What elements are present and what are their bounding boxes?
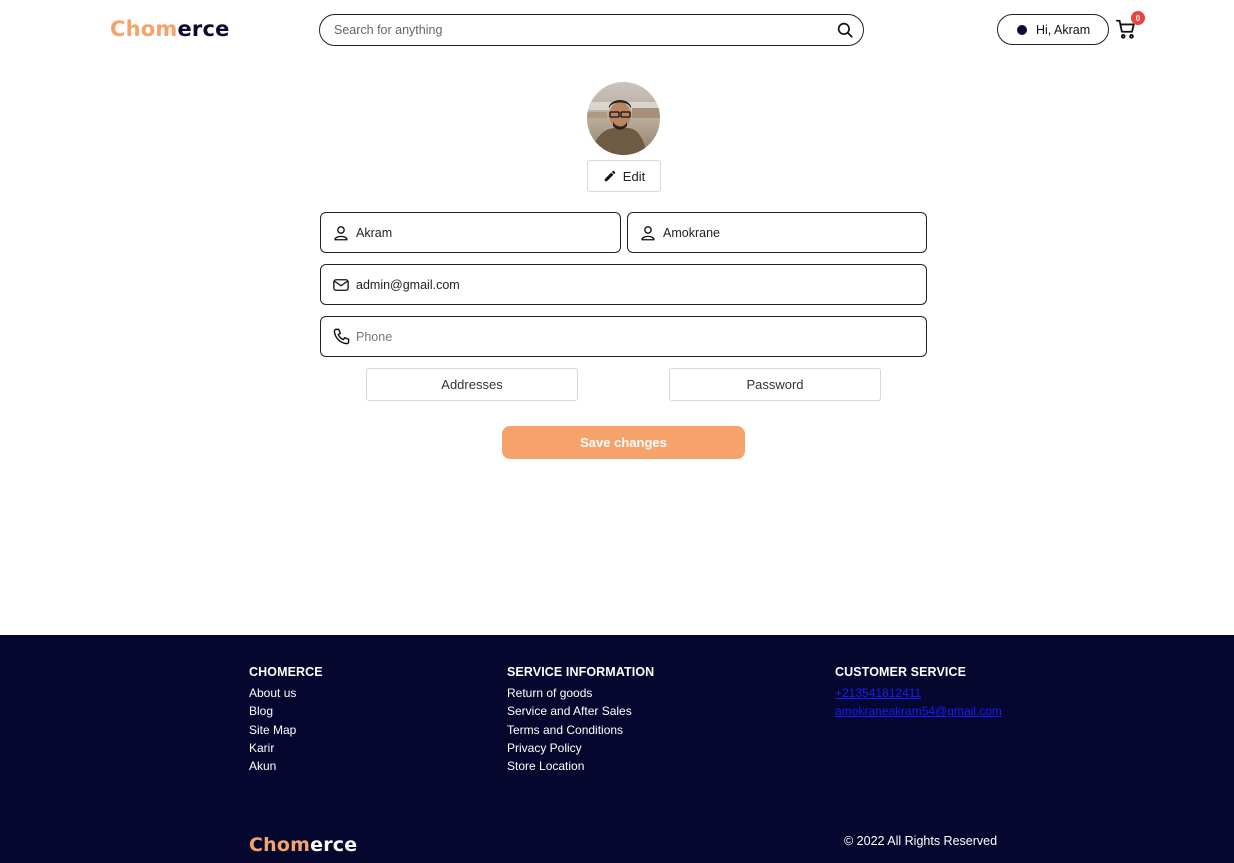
footer-logo-part2: erce (310, 834, 358, 856)
footer-link-karir[interactable]: Karir (249, 741, 274, 755)
footer-link-after-sales[interactable]: Service and After Sales (507, 704, 632, 718)
footer-link-akun[interactable]: Akun (249, 759, 276, 773)
search-input[interactable] (334, 23, 835, 37)
footer-link-terms[interactable]: Terms and Conditions (507, 723, 623, 737)
search-icon[interactable] (835, 20, 855, 40)
user-icon (638, 223, 658, 243)
footer-heading: CHOMERCE (249, 665, 323, 679)
first-name-field (320, 212, 621, 253)
phone-field (320, 316, 927, 357)
footer-column-service: SERVICE INFORMATION Return of goods Serv… (507, 665, 654, 775)
footer: CHOMERCE About us Blog Site Map Karir Ak… (0, 635, 1234, 863)
footer-email-link[interactable]: amokraneakram54@gmail.com (835, 704, 1002, 718)
first-name-input[interactable] (356, 225, 620, 240)
footer-link-privacy[interactable]: Privacy Policy (507, 741, 582, 755)
password-button[interactable]: Password (669, 368, 881, 401)
footer-phone-link[interactable]: +213541812411 (835, 686, 921, 700)
email-field (320, 264, 927, 305)
addresses-button[interactable]: Addresses (366, 368, 578, 401)
phone-input[interactable] (356, 329, 926, 344)
last-name-input[interactable] (663, 225, 926, 240)
user-menu-button[interactable]: Hi, Akram (997, 14, 1109, 45)
edit-label: Edit (622, 168, 646, 184)
user-icon (331, 223, 351, 243)
email-input[interactable] (356, 277, 926, 292)
footer-column-customer-service: CUSTOMER SERVICE +213541812411 amokranea… (835, 665, 1002, 721)
footer-heading: SERVICE INFORMATION (507, 665, 655, 679)
footer-link-about[interactable]: About us (249, 686, 296, 700)
brand-logo[interactable]: Chomerce (110, 17, 230, 41)
user-greeting: Hi, Akram (1036, 22, 1091, 37)
user-status-dot (1017, 24, 1027, 35)
save-changes-button[interactable]: Save changes (502, 426, 745, 459)
profile-page: Chomerce Hi, Akram 0 (0, 0, 1234, 863)
copyright-text: © 2022 All Rights Reserved (844, 834, 998, 848)
footer-link-sitemap[interactable]: Site Map (249, 723, 296, 737)
last-name-field (627, 212, 927, 253)
footer-link-return[interactable]: Return of goods (507, 686, 592, 700)
edit-avatar-button[interactable]: Edit (587, 160, 661, 192)
footer-logo-part1: Chom (249, 834, 311, 856)
search-bar (319, 14, 864, 46)
footer-column-chomerce: CHOMERCE About us Blog Site Map Karir Ak… (249, 665, 323, 775)
footer-link-blog[interactable]: Blog (249, 704, 273, 718)
mail-icon (331, 275, 351, 295)
brand-logo-part2: erce (177, 17, 230, 41)
cart-count-badge: 0 (1131, 11, 1145, 25)
footer-heading: CUSTOMER SERVICE (835, 665, 967, 679)
footer-logo[interactable]: Chomerce (249, 834, 357, 856)
brand-logo-part1: Chom (110, 17, 178, 41)
pencil-icon (604, 170, 616, 182)
footer-link-store[interactable]: Store Location (507, 759, 584, 773)
cart-button[interactable]: 0 (1115, 11, 1145, 42)
phone-icon (331, 327, 351, 347)
avatar (587, 82, 660, 155)
